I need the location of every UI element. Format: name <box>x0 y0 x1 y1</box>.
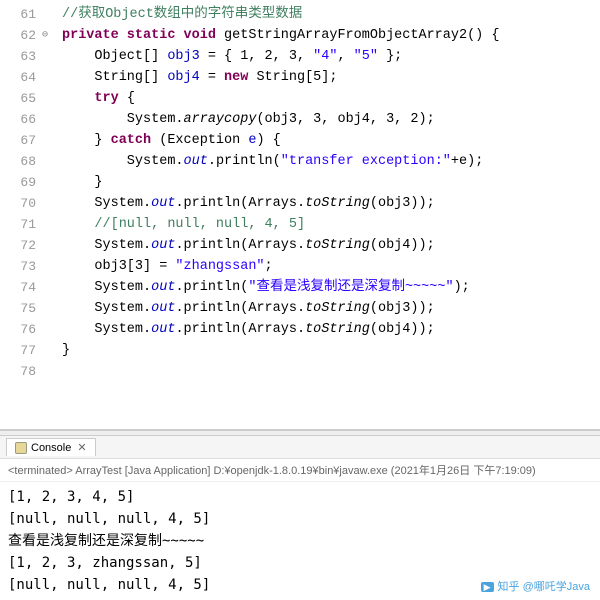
code-editor[interactable]: 616263646566676869707172737475767778 //获… <box>0 0 600 430</box>
keyword: private static void <box>62 28 216 43</box>
line-number: 69 <box>0 172 36 193</box>
line-number: 78 <box>0 361 36 382</box>
close-icon[interactable]: ✕ <box>77 441 86 454</box>
line-number: 71 <box>0 214 36 235</box>
comment: //获取Object数组中的字符串类型数据 <box>62 7 302 22</box>
line-number-gutter: 616263646566676869707172737475767778 <box>0 0 44 425</box>
line-number: 61 <box>0 4 36 25</box>
console-icon <box>15 442 27 454</box>
line-number: 75 <box>0 298 36 319</box>
console-tab-label: Console <box>31 442 71 454</box>
watermark: 知乎 @哪吒学Java <box>481 578 590 594</box>
line-number: 68 <box>0 151 36 172</box>
code-area[interactable]: //获取Object数组中的字符串类型数据 private static voi… <box>44 0 600 425</box>
line-number: 63 <box>0 46 36 67</box>
line-number: 72 <box>0 235 36 256</box>
line-number: 67 <box>0 130 36 151</box>
line-number: 73 <box>0 256 36 277</box>
line-number: 76 <box>0 319 36 340</box>
line-number: 74 <box>0 277 36 298</box>
line-number: 66 <box>0 109 36 130</box>
line-number: 62 <box>0 25 36 46</box>
console-tab-bar: Console ✕ <box>0 436 600 459</box>
line-number: 77 <box>0 340 36 361</box>
console-tab[interactable]: Console ✕ <box>6 438 96 456</box>
line-number: 65 <box>0 88 36 109</box>
console-process-info: <terminated> ArrayTest [Java Application… <box>0 459 600 482</box>
line-number: 70 <box>0 193 36 214</box>
line-number: 64 <box>0 67 36 88</box>
